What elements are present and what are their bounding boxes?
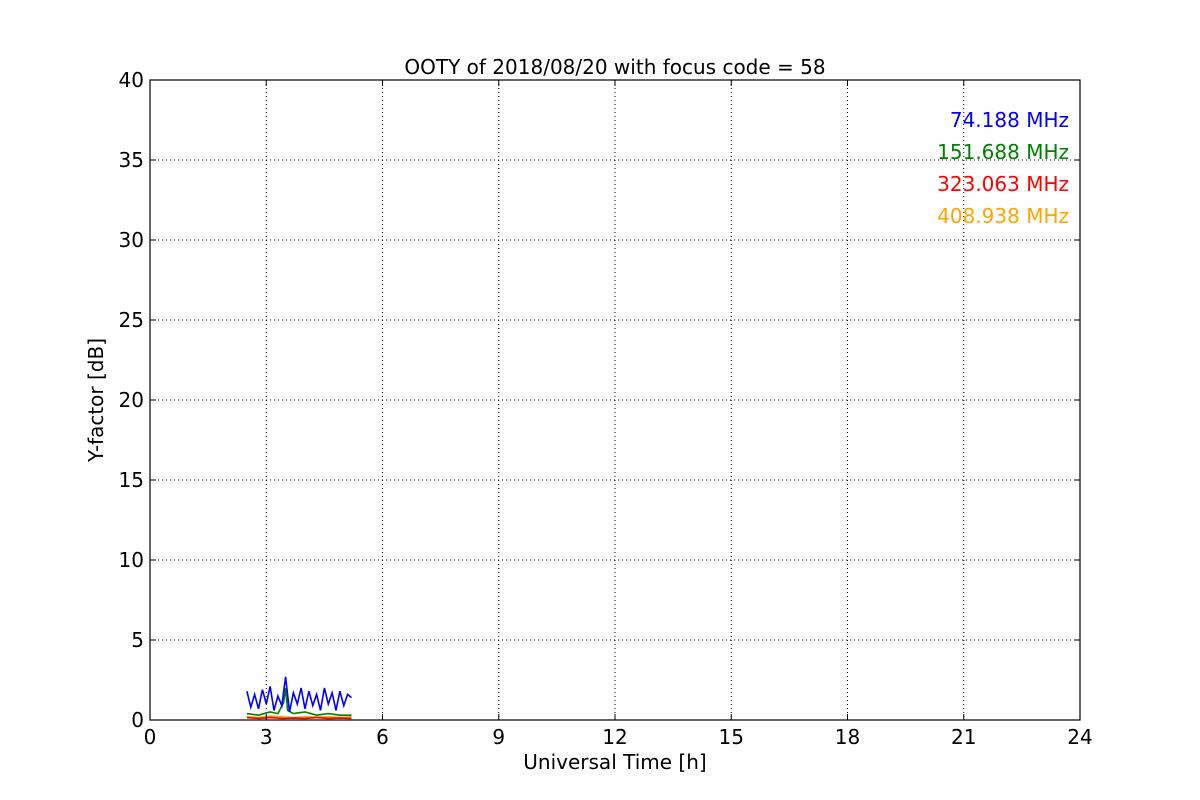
y-axis-label: Y-factor [dB] [84, 338, 108, 463]
x-axis-label: Universal Time [h] [523, 750, 706, 774]
series-line [246, 716, 352, 720]
series-layer [246, 676, 353, 720]
legend-entry: 151.688 MHz [937, 140, 1069, 164]
x-tick-label: 0 [144, 725, 157, 749]
axis-ticks: 0 3 6 9 12 15 18 21 24 0 5 10 15 20 25 30 35 40 [119, 68, 1093, 749]
legend-entry: 408.938 MHz [937, 204, 1069, 228]
x-tick-label: 3 [260, 725, 273, 749]
y-tick-label: 25 [119, 308, 144, 332]
y-tick-label: 5 [131, 628, 144, 652]
x-tick-label: 21 [951, 725, 976, 749]
legend-entry: 74.188 MHz [950, 108, 1069, 132]
chart-title: OOTY of 2018/08/20 with focus code = 58 [404, 55, 825, 79]
y-tick-label: 40 [119, 68, 144, 92]
legend: 74.188 MHz 151.688 MHz 323.063 MHz 408.938 … [937, 108, 1069, 228]
y-tick-label: 0 [131, 708, 144, 732]
y-tick-label: 10 [119, 548, 144, 572]
y-tick-label: 20 [119, 388, 144, 412]
x-tick-label: 18 [835, 725, 860, 749]
legend-entry: 323.063 MHz [937, 172, 1069, 196]
x-tick-label: 6 [376, 725, 389, 749]
x-tick-label: 12 [602, 725, 627, 749]
x-tick-label: 15 [719, 725, 744, 749]
y-tick-label: 30 [119, 228, 144, 252]
series-line [246, 676, 353, 713]
x-tick-label: 9 [492, 725, 505, 749]
y-tick-label: 15 [119, 468, 144, 492]
chart-svg: 0 3 6 9 12 15 18 21 24 0 5 10 15 20 25 30 35 40 OOTY of 2… [84, 55, 1093, 774]
x-tick-label: 24 [1067, 725, 1092, 749]
y-tick-label: 35 [119, 148, 144, 172]
